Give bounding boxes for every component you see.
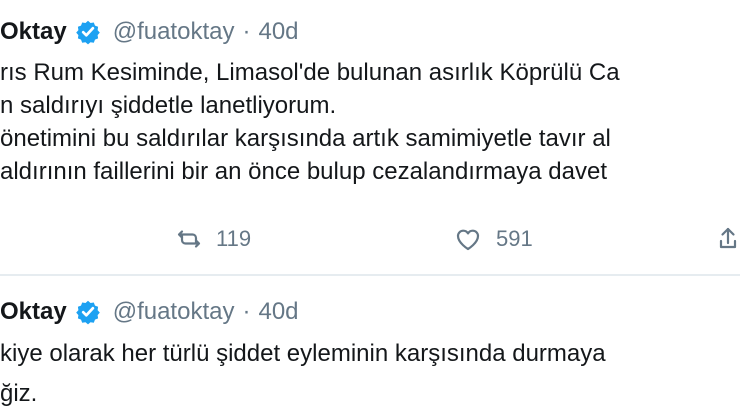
tweet-text-line: önetimini bu saldırılar karşısında artık… (0, 125, 611, 152)
tweet-header: Oktay @fuatoktay · 40d (0, 294, 299, 330)
retweet-icon (176, 227, 202, 251)
heart-icon (454, 227, 482, 252)
share-button[interactable] (718, 226, 738, 252)
tweet-card-1[interactable]: Oktay @fuatoktay · 40d rıs Rum Kesiminde… (0, 0, 740, 275)
tweet-text-line: n saldırıyı şiddetle lanetliyorum. (0, 92, 337, 119)
share-icon (718, 226, 738, 252)
verified-badge-icon (75, 19, 101, 45)
verified-badge-icon (75, 299, 101, 325)
like-button[interactable]: 591 (454, 226, 533, 252)
retweet-button[interactable]: 119 (176, 226, 251, 252)
tweet-header: Oktay @fuatoktay · 40d (0, 14, 299, 50)
tweet-actions: 119 591 (0, 222, 740, 262)
author-handle[interactable]: @fuatoktay (113, 18, 235, 46)
author-handle[interactable]: @fuatoktay (113, 298, 235, 326)
tweet-text-line: kiye olarak her türlü şiddet eyleminin k… (0, 340, 606, 367)
tweet-text-line: ğiz. (0, 380, 38, 407)
tweet-text: kiye olarak her türlü şiddet eyleminin k… (0, 334, 740, 414)
tweet-text: rıs Rum Kesiminde, Limasol'de bulunan as… (0, 56, 740, 188)
tweet-timestamp[interactable]: 40d (258, 298, 298, 326)
like-count: 591 (496, 226, 533, 251)
tweet-text-line: rıs Rum Kesiminde, Limasol'de bulunan as… (0, 59, 620, 86)
separator-dot: · (242, 298, 251, 325)
tweet-timestamp[interactable]: 40d (258, 18, 298, 46)
retweet-count: 119 (216, 226, 252, 251)
separator-dot: · (242, 18, 251, 45)
author-name[interactable]: Oktay (0, 18, 67, 46)
tweet-timeline: Oktay @fuatoktay · 40d rıs Rum Kesiminde… (0, 0, 740, 416)
tweet-card-2[interactable]: Oktay @fuatoktay · 40d kiye olarak her t… (0, 276, 740, 416)
tweet-text-line: aldırının faillerini bir an önce bulup c… (0, 158, 608, 185)
author-name[interactable]: Oktay (0, 298, 67, 326)
